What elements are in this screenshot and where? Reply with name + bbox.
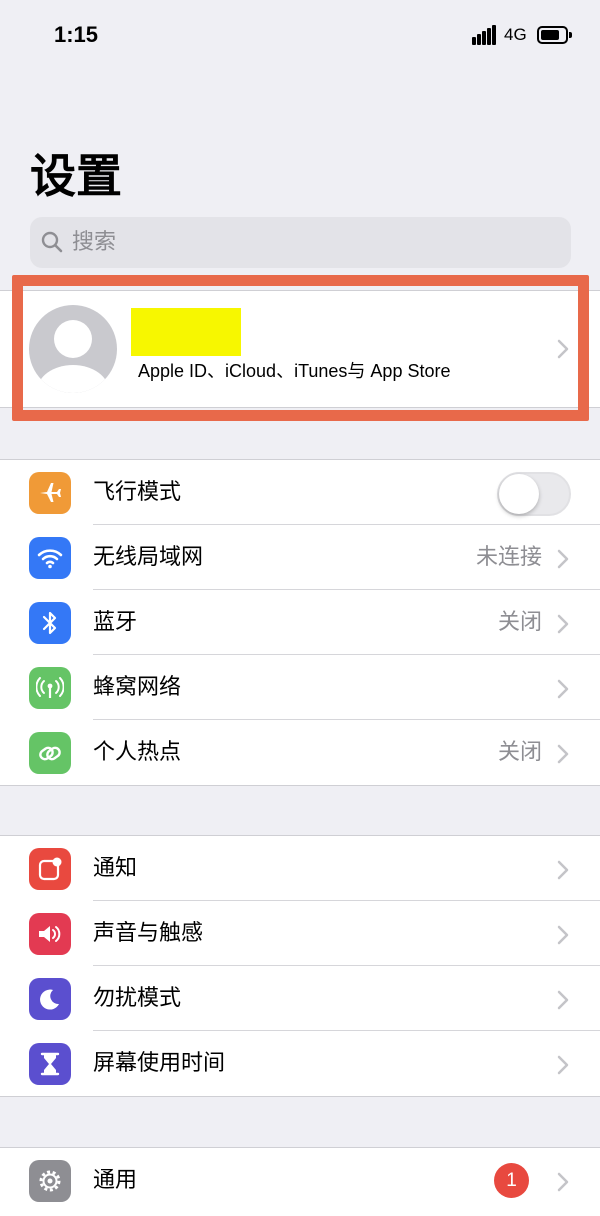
- bluetooth-icon: [29, 602, 71, 644]
- chevron-right-icon: [557, 744, 569, 764]
- avatar: [29, 305, 117, 393]
- chevron-right-icon: [557, 614, 569, 634]
- settings-row-label: 勿扰模式: [93, 986, 182, 1011]
- settings-row-notifications[interactable]: 通知: [0, 836, 600, 901]
- settings-row-label: 蓝牙: [93, 610, 138, 635]
- airplane-icon: [29, 472, 71, 514]
- settings-row-value: 未连接: [475, 545, 542, 570]
- redacted-name: [131, 308, 241, 356]
- settings-row-value: 关闭: [497, 740, 542, 765]
- settings-row-bluetooth[interactable]: 蓝牙 关闭: [0, 590, 600, 655]
- settings-row-value: 关闭: [497, 610, 542, 635]
- settings-row-label: 飞行模式: [93, 480, 182, 505]
- settings-row-hotspot[interactable]: 个人热点 关闭: [0, 720, 600, 785]
- airplane-mode-toggle[interactable]: [497, 472, 571, 516]
- connectivity-section: 飞行模式 无线局域网 未连接 蓝牙 关闭 蜂窝网络 个人热点 关闭: [0, 459, 600, 786]
- speaker-icon: [29, 913, 71, 955]
- settings-row-label: 无线局域网: [93, 545, 204, 570]
- hourglass-icon: [29, 1043, 71, 1085]
- chevron-right-icon: [557, 339, 569, 359]
- search-icon: [41, 231, 63, 253]
- settings-row-screen-time[interactable]: 屏幕使用时间: [0, 1031, 600, 1096]
- chevron-right-icon: [557, 1055, 569, 1075]
- settings-row-sounds[interactable]: 声音与触感: [0, 901, 600, 966]
- settings-row-label: 个人热点: [93, 740, 182, 765]
- settings-row-wifi[interactable]: 无线局域网 未连接: [0, 525, 600, 590]
- search-input[interactable]: [72, 217, 552, 268]
- chevron-right-icon: [557, 1172, 569, 1192]
- settings-row-label: 蜂窝网络: [93, 675, 182, 700]
- notification-icon: [29, 848, 71, 890]
- chevron-right-icon: [557, 549, 569, 569]
- gear-icon: [29, 1160, 71, 1202]
- update-badge: 1: [494, 1163, 529, 1198]
- battery-icon: [537, 26, 572, 44]
- antenna-icon: [29, 667, 71, 709]
- settings-row-general[interactable]: 通用 1: [0, 1148, 600, 1213]
- settings-row-label: 通用: [93, 1168, 138, 1193]
- page-title: 设置: [30, 149, 122, 203]
- chevron-right-icon: [557, 679, 569, 699]
- status-time: 1:15: [54, 22, 99, 47]
- notifications-section: 通知 声音与触感 勿扰模式 屏幕使用时间: [0, 835, 600, 1097]
- network-type: 4G: [504, 25, 527, 44]
- chevron-right-icon: [557, 860, 569, 880]
- settings-row-dnd[interactable]: 勿扰模式: [0, 966, 600, 1031]
- status-bar: 1:15 4G: [0, 0, 600, 72]
- chevron-right-icon: [557, 925, 569, 945]
- settings-row-airplane[interactable]: 飞行模式: [0, 460, 600, 525]
- settings-row-cellular[interactable]: 蜂窝网络: [0, 655, 600, 720]
- apple-id-subtitle: Apple ID、iCloud、iTunes与 App Store: [138, 361, 451, 381]
- wifi-icon: [29, 537, 71, 579]
- moon-icon: [29, 978, 71, 1020]
- general-section: 通用 1: [0, 1147, 600, 1216]
- hotspot-icon: [29, 732, 71, 774]
- signal-icon: [472, 25, 498, 45]
- settings-row-label: 声音与触感: [93, 921, 204, 946]
- search-bar[interactable]: [30, 217, 571, 268]
- settings-row-label: 屏幕使用时间: [93, 1051, 226, 1076]
- settings-row-label: 通知: [93, 856, 138, 881]
- chevron-right-icon: [557, 990, 569, 1010]
